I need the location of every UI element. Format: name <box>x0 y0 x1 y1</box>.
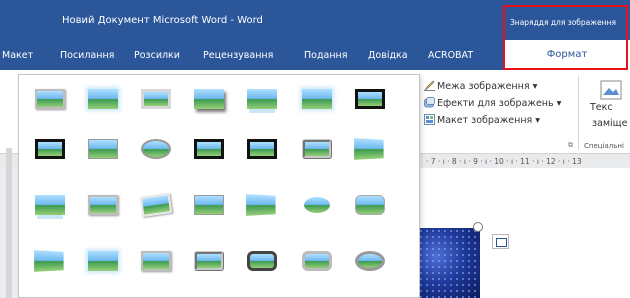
style-thumb[interactable] <box>34 250 64 272</box>
alt-text-label-2: заміще <box>592 118 628 129</box>
style-thumb[interactable] <box>355 195 385 215</box>
picture-layout-button[interactable]: Макет зображення ▾ <box>424 114 540 126</box>
title-bar: Новий Документ Microsoft Word - Word Зна… <box>0 0 630 42</box>
tab-references[interactable]: Посилання <box>60 50 114 61</box>
style-thumb[interactable] <box>141 139 171 159</box>
layout-options-icon[interactable] <box>492 234 509 249</box>
style-thumb[interactable] <box>194 89 224 109</box>
style-thumb[interactable] <box>247 251 277 271</box>
style-thumb[interactable] <box>88 251 118 271</box>
style-thumb[interactable] <box>35 89 65 109</box>
picture-effects-label: Ефекти для зображень <box>437 98 554 109</box>
picture-effects-button[interactable]: Ефекти для зображень ▾ <box>424 97 561 109</box>
horizontal-ruler: · 7 · ı · 8 · ı · 9 · ı · 10 · ı · 11 · … <box>426 157 582 166</box>
layout-icon <box>424 114 435 125</box>
style-thumb[interactable] <box>194 195 224 215</box>
style-thumb[interactable] <box>246 194 276 216</box>
alt-text-label-1: Текс <box>590 102 613 113</box>
tab-format[interactable]: Формат <box>503 40 630 70</box>
picture-border-button[interactable]: Межа зображення ▾ <box>424 80 537 92</box>
style-thumb[interactable] <box>302 89 332 109</box>
tab-view[interactable]: Подання <box>304 50 347 61</box>
alt-text-icon[interactable] <box>600 80 622 104</box>
gallery-left-scroll <box>6 148 12 298</box>
style-thumb[interactable] <box>88 139 118 159</box>
window-title: Новий Документ Microsoft Word - Word <box>62 15 263 26</box>
style-thumb[interactable] <box>35 195 65 215</box>
style-thumb[interactable] <box>88 195 118 215</box>
ribbon-group-label: Спеціальні <box>584 142 624 150</box>
style-thumb[interactable] <box>88 89 118 109</box>
picture-border-label: Межа зображення <box>437 81 530 92</box>
rotate-handle[interactable] <box>473 222 483 232</box>
style-thumb[interactable] <box>247 139 277 159</box>
tab-mailings[interactable]: Розсилки <box>134 50 180 61</box>
selected-picture[interactable] <box>418 228 480 298</box>
ribbon-group-separator <box>578 76 579 150</box>
style-thumb[interactable] <box>354 138 384 160</box>
picture-tools-label: Знаряддя для зображення <box>510 18 616 27</box>
picture-styles-gallery <box>18 74 420 298</box>
pen-border-icon <box>424 80 435 91</box>
style-thumb[interactable] <box>194 139 224 159</box>
picture-layout-label: Макет зображення <box>437 115 533 126</box>
style-thumb[interactable] <box>302 251 332 271</box>
style-thumb[interactable] <box>141 89 171 109</box>
style-thumb[interactable] <box>194 251 224 271</box>
effects-icon <box>424 97 435 108</box>
tab-help[interactable]: Довідка <box>368 50 408 61</box>
style-thumb[interactable] <box>247 89 277 109</box>
style-thumb[interactable] <box>141 251 171 271</box>
style-thumb[interactable] <box>139 193 173 217</box>
dialog-launcher-icon[interactable]: ⧉ <box>568 141 573 150</box>
style-thumb[interactable] <box>35 139 65 159</box>
style-thumb[interactable] <box>302 139 332 159</box>
style-thumb[interactable] <box>355 89 385 109</box>
tab-layout[interactable]: Макет <box>2 50 33 61</box>
tab-acrobat[interactable]: ACROBAT <box>428 50 473 61</box>
style-thumb[interactable] <box>355 251 385 271</box>
tab-review[interactable]: Рецензування <box>203 50 273 61</box>
style-thumb[interactable] <box>302 195 332 215</box>
